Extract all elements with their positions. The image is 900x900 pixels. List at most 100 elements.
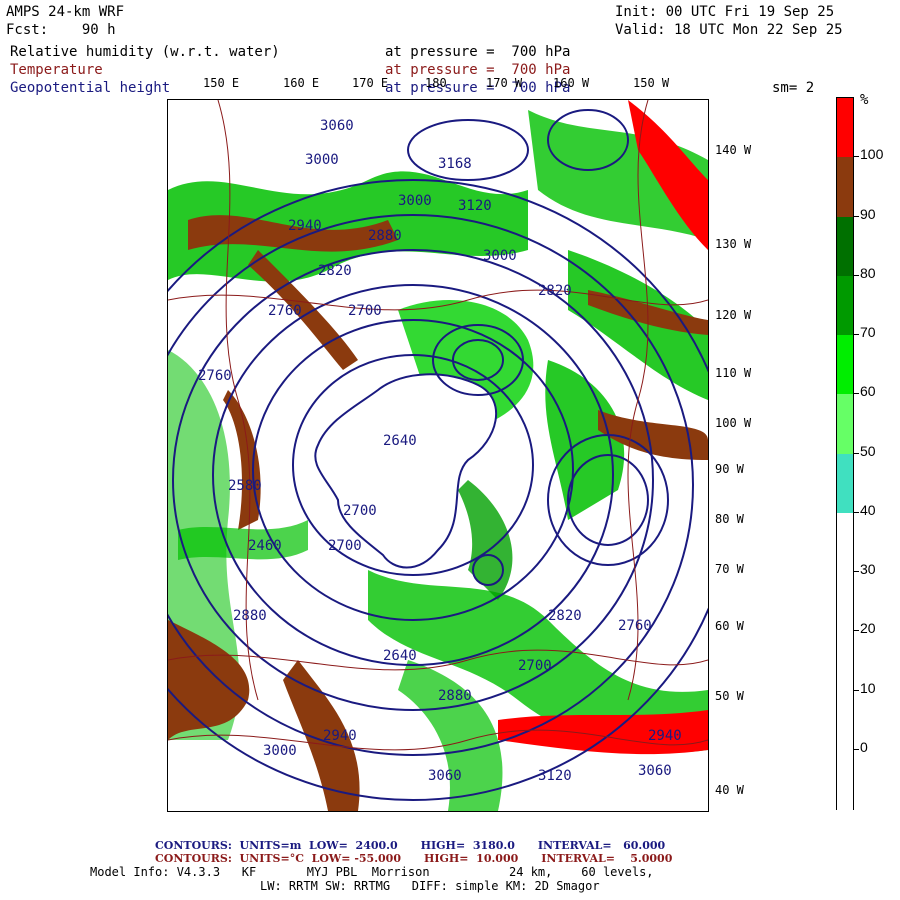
colorbar-tick	[853, 748, 859, 750]
colorbar-label: 80	[860, 264, 876, 281]
colorbar-label: 20	[860, 620, 876, 637]
colorbar-tick	[853, 215, 859, 217]
height-label: 2820	[318, 263, 352, 279]
lon-label: 180	[425, 76, 447, 90]
lon-label: 170 E	[352, 76, 389, 90]
colorbar-segment	[837, 453, 853, 514]
colorbar-tick	[853, 689, 859, 691]
height-label: 2940	[323, 728, 357, 744]
colorbar-segment	[837, 690, 853, 751]
height-label: 3000	[305, 152, 339, 168]
height-label: 3120	[538, 768, 572, 784]
height-label: 3000	[483, 248, 517, 264]
height-label: 2940	[288, 218, 322, 234]
lon-label: 160 W	[553, 76, 590, 90]
height-label: 2640	[383, 433, 417, 449]
colorbar-segment	[837, 275, 853, 336]
colorbar-tick	[853, 630, 859, 632]
side-label: 100 W	[715, 416, 752, 430]
height-label: 2760	[198, 368, 232, 384]
side-label: 130 W	[715, 237, 752, 251]
lon-label: 150 E	[203, 76, 240, 90]
height-label: 2760	[618, 618, 652, 634]
side-label: 80 W	[715, 512, 744, 526]
side-label: 120 W	[715, 308, 752, 322]
colorbar-label: 10	[860, 679, 876, 696]
height-label: 2880	[438, 688, 472, 704]
field-rh-level: at pressure = 700 hPa	[385, 44, 571, 60]
colorbar-segment	[837, 157, 853, 217]
height-label: 2760	[268, 303, 302, 319]
colorbar-tick	[853, 274, 859, 276]
valid-time: Valid: 18 UTC Mon 22 Sep 25	[615, 22, 843, 38]
height-label: 2700	[518, 658, 552, 674]
colorbar-segment	[837, 394, 853, 454]
colorbar-tick	[853, 571, 859, 572]
colorbar-segment	[837, 98, 853, 158]
smoothing-label: sm= 2	[772, 80, 815, 96]
side-label: 60 W	[715, 619, 744, 633]
footer-model-info: Model Info: V4.3.3 KF MYJ PBL Morrison 2…	[90, 865, 654, 879]
colorbar-segment	[837, 631, 853, 691]
footer-height-contours: CONTOURS: UNITS=m LOW= 2400.0 HIGH= 3180…	[155, 839, 666, 852]
footer-physics-info: LW: RRTM SW: RRTMG DIFF: simple KM: 2D S…	[260, 879, 600, 893]
colorbar-unit: %	[860, 92, 869, 108]
colorbar-label: 100	[860, 146, 884, 163]
map-canvas: 3060 3000 3168 3120 3000 2940 2880 2820 …	[168, 100, 708, 811]
colorbar-tick	[853, 393, 859, 395]
footer-temp-contours: CONTOURS: UNITS=°C LOW= -55.000 HIGH= 10…	[155, 852, 673, 865]
side-label: 70 W	[715, 562, 744, 576]
height-label: 3000	[398, 193, 432, 209]
field-height-level: at pressure = 700 hPa	[385, 80, 571, 96]
height-label: 3168	[438, 156, 472, 172]
lon-label: 160 E	[283, 76, 320, 90]
height-label: 2820	[538, 283, 572, 299]
side-label: 110 W	[715, 366, 752, 380]
lon-label: 170 W	[486, 76, 523, 90]
field-rh-label: Relative humidity (w.r.t. water)	[10, 44, 280, 60]
colorbar-label: 30	[860, 561, 876, 577]
field-height-label: Geopotential height	[10, 80, 171, 96]
height-label: 2640	[383, 648, 417, 664]
colorbar-label: 50	[860, 442, 876, 459]
colorbar-segment	[837, 335, 853, 395]
colorbar-tick	[853, 452, 859, 454]
side-label: 50 W	[715, 689, 744, 703]
colorbar-tick	[853, 334, 859, 335]
init-time: Init: 00 UTC Fri 19 Sep 25	[615, 4, 835, 20]
height-label: 2700	[343, 503, 377, 519]
colorbar-label: 70	[860, 324, 876, 340]
colorbar-label: 0	[860, 738, 868, 755]
height-label: 2700	[348, 303, 382, 319]
height-label: 3060	[320, 118, 354, 134]
height-label: 2940	[648, 728, 682, 744]
height-label: 3060	[428, 768, 462, 784]
field-temp-level: at pressure = 700 hPa	[385, 62, 571, 78]
height-label: 3120	[458, 198, 492, 214]
colorbar	[836, 97, 854, 810]
height-label: 2880	[233, 608, 267, 624]
colorbar-label: 40	[860, 501, 876, 518]
map-panel: 3060 3000 3168 3120 3000 2940 2880 2820 …	[167, 99, 709, 812]
colorbar-segment	[837, 749, 853, 810]
side-label: 90 W	[715, 462, 744, 476]
forecast-hour: Fcst: 90 h	[6, 22, 116, 38]
colorbar-tick	[853, 511, 859, 513]
side-label: 140 W	[715, 143, 752, 157]
lon-label: 150 W	[633, 76, 670, 90]
field-temp-label: Temperature	[10, 62, 103, 78]
height-label: 2820	[548, 608, 582, 624]
height-label: 2880	[368, 228, 402, 244]
colorbar-segment	[837, 572, 853, 632]
height-label: 2580	[228, 478, 262, 494]
colorbar-label: 60	[860, 383, 876, 400]
model-title: AMPS 24-km WRF	[6, 4, 125, 20]
colorbar-segment	[837, 512, 853, 573]
height-label: 3000	[263, 743, 297, 759]
height-label: 3060	[638, 763, 672, 779]
height-label: 2460	[248, 538, 282, 554]
side-label: 40 W	[715, 783, 744, 797]
colorbar-tick	[853, 156, 859, 158]
colorbar-label: 90	[860, 205, 876, 222]
height-label: 2700	[328, 538, 362, 554]
